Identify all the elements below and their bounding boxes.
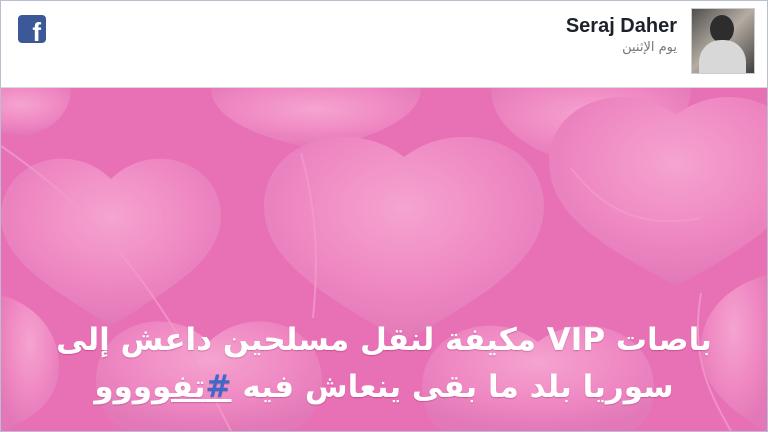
post-text-line-2-text: سوريا بلد ما بقى ينعاش فيه [231, 369, 674, 405]
facebook-icon[interactable]: f [18, 15, 46, 45]
hashtag-mark: # [205, 369, 232, 405]
facebook-post: f Seraj Daher يوم الإثنين باصات VIP مكيف… [0, 0, 768, 432]
hashtag-text: تفوووو [94, 369, 206, 405]
hashtag-link[interactable]: #تفوووو [94, 369, 231, 405]
post-text-line-1: باصات VIP مكيفة لنقل مسلحين داعش إلى [56, 322, 712, 358]
author-info: Seraj Daher يوم الإثنين [566, 15, 677, 55]
post-text: باصات VIP مكيفة لنقل مسلحين داعش إلى سور… [53, 317, 715, 411]
post-text-line-2: سوريا بلد ما بقى ينعاش فيه #تفوووو [53, 364, 715, 411]
post-image[interactable]: باصات VIP مكيفة لنقل مسلحين داعش إلى سور… [1, 88, 767, 431]
post-header: f Seraj Daher يوم الإثنين [1, 1, 767, 88]
avatar[interactable] [691, 8, 755, 74]
author-name[interactable]: Seraj Daher [566, 15, 677, 38]
post-timestamp[interactable]: يوم الإثنين [566, 40, 677, 55]
